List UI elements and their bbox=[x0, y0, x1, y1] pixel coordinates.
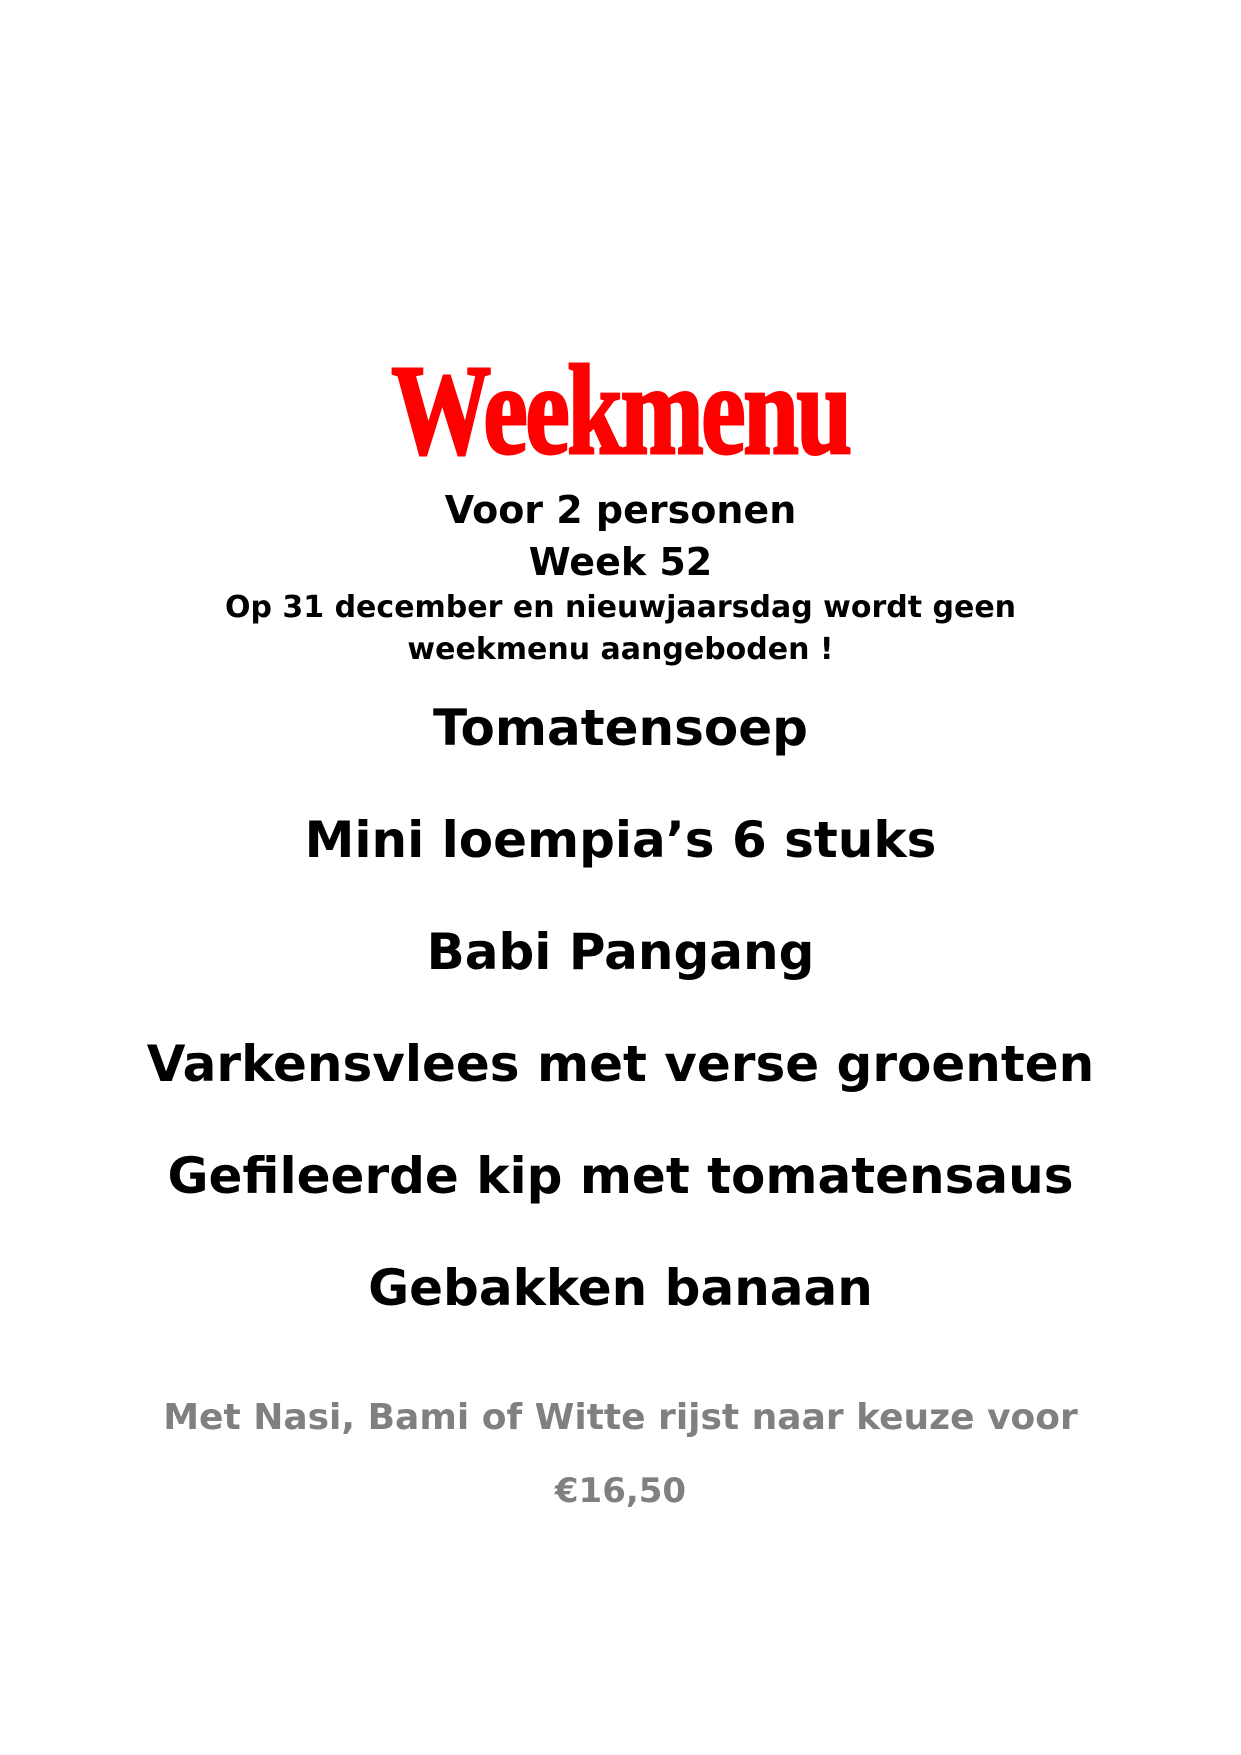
dish-item: Babi Pangang bbox=[426, 923, 815, 981]
notice-line-1: Op 31 december en nieuwjaarsdag wordt ge… bbox=[224, 590, 1017, 625]
subtitle-persons: Voor 2 personen bbox=[444, 488, 797, 532]
rice-choice-text: Met Nasi, Bami of Witte rijst naar keuze… bbox=[163, 1397, 1078, 1438]
subtitle-week: Week 52 bbox=[528, 540, 713, 584]
dish-item: Gefileerde kip met tomatensaus bbox=[167, 1147, 1074, 1205]
dish-item: Tomatensoep bbox=[433, 699, 808, 757]
notice-line-2: weekmenu aangeboden ! bbox=[407, 632, 834, 667]
dish-item: Gebakken banaan bbox=[368, 1259, 873, 1317]
menu-page: Weekmenu Voor 2 personen Week 52 Op 31 d… bbox=[0, 0, 1241, 1755]
page-title: Weekmenu bbox=[390, 339, 853, 482]
dish-item: Varkensvlees met verse groenten bbox=[146, 1035, 1095, 1093]
price: €16,50 bbox=[554, 1471, 687, 1511]
dish-item: Mini loempia’s 6 stuks bbox=[304, 811, 937, 869]
